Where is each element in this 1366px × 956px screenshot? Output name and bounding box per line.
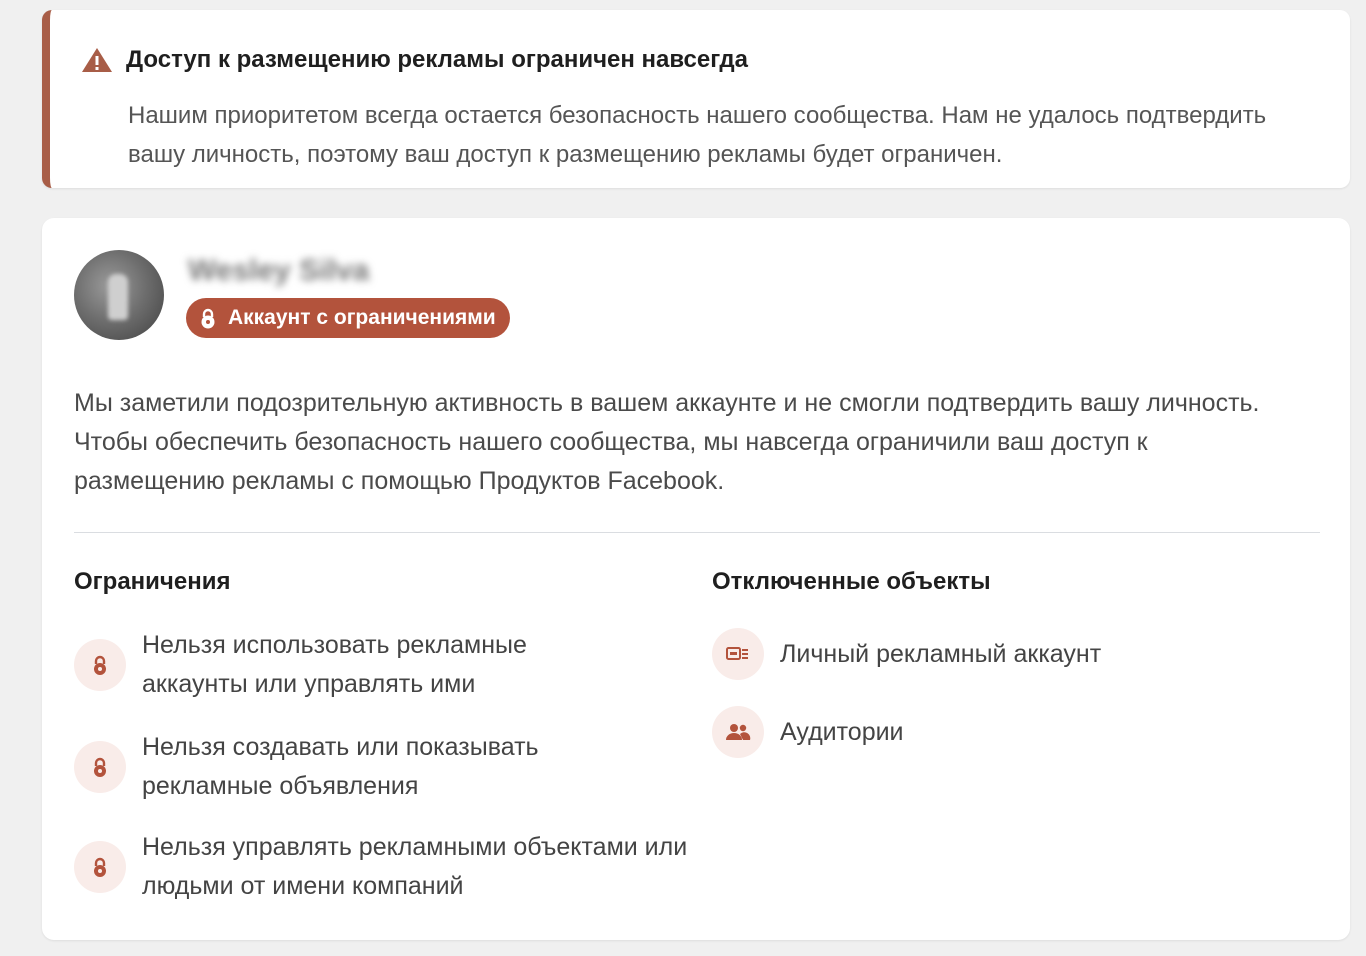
banner-body: Нашим приоритетом всегда остается безопа…	[128, 102, 1267, 168]
banner-title: Доступ к размещению рекламы ограничен на…	[126, 46, 748, 73]
status-badge-label: Аккаунт с ограничениями	[228, 306, 496, 329]
lock-icon	[74, 841, 126, 893]
user-name[interactable]: Wesley Silva	[188, 254, 369, 288]
ad-account-icon	[712, 628, 764, 680]
restrictions-title: Ограничения	[74, 568, 231, 595]
account-status-card: Wesley Silva Аккаунт с ограничениями Мы …	[42, 218, 1350, 940]
lock-icon	[74, 741, 126, 793]
restriction-item: Нельзя использовать рекламные аккаунты и…	[74, 626, 582, 704]
avatar[interactable]	[74, 250, 164, 340]
disabled-item-label: Аудитории	[780, 717, 904, 746]
restriction-item: Нельзя создавать или показывать рекламны…	[74, 728, 582, 806]
disabled-objects-title: Отключенные объекты	[712, 568, 991, 595]
restriction-item: Нельзя управлять рекламными объектами ил…	[74, 828, 702, 906]
banner-title-row: Доступ к размещению рекламы ограничен на…	[80, 46, 748, 74]
divider	[74, 532, 1320, 533]
restriction-item-label: Нельзя управлять рекламными объектами ил…	[142, 833, 688, 900]
lock-icon	[74, 639, 126, 691]
lock-icon	[201, 308, 215, 329]
account-description: Мы заметили подозрительную активность в …	[74, 389, 1260, 495]
disabled-item-audiences[interactable]: Аудитории	[712, 706, 904, 758]
warning-triangle-icon	[82, 48, 112, 72]
disabled-item-ad-account[interactable]: Личный рекламный аккаунт	[712, 628, 1101, 680]
restriction-item-label: Нельзя создавать или показывать рекламны…	[142, 733, 539, 800]
status-badge: Аккаунт с ограничениями	[186, 298, 510, 338]
restriction-banner: Доступ к размещению рекламы ограничен на…	[42, 10, 1350, 188]
audience-icon	[712, 706, 764, 758]
restriction-item-label: Нельзя использовать рекламные аккаунты и…	[142, 631, 527, 698]
disabled-item-label: Личный рекламный аккаунт	[780, 639, 1102, 668]
